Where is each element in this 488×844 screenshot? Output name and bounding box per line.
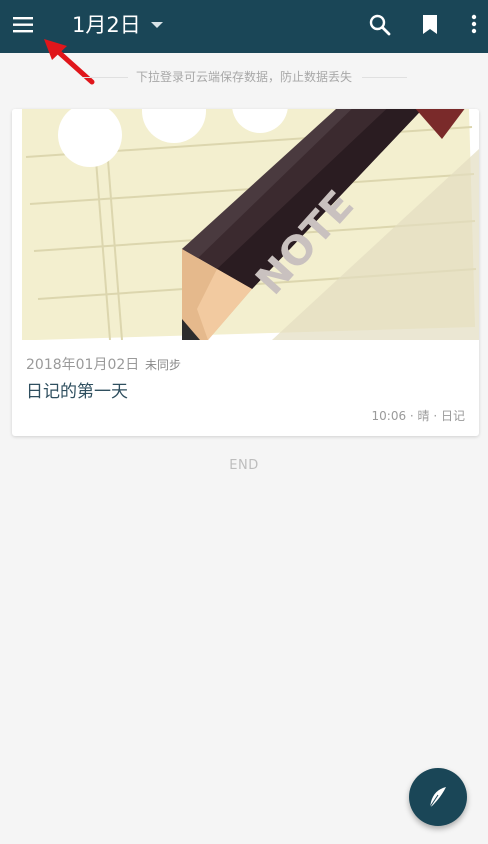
menu-icon — [13, 17, 33, 33]
list-end-label: END — [229, 458, 259, 473]
note-meta: 10:06 · 晴 · 日记 — [371, 409, 465, 423]
sync-hint: 下拉登录可云端保存数据，防止数据丢失 — [0, 68, 488, 85]
new-note-button[interactable] — [409, 768, 467, 826]
note-date: 2018年01月02日 — [26, 357, 140, 373]
bookmark-icon — [423, 15, 437, 34]
note-title: 日记的第一天 — [26, 382, 128, 402]
note-cover-image: NOTE — [12, 109, 479, 340]
sync-hint-text: 下拉登录可云端保存数据，防止数据丢失 — [135, 70, 352, 84]
more-options-button[interactable] — [466, 12, 482, 38]
caret-down-icon — [150, 22, 163, 28]
bookmark-button[interactable] — [420, 12, 440, 38]
search-icon — [369, 14, 391, 36]
hint-divider-left — [83, 77, 128, 78]
hint-divider-right — [362, 77, 407, 78]
quill-icon — [429, 787, 446, 808]
note-card[interactable]: NOTE 2018年01月02日 未同步 日记的第一天 10:06 · 晴 · … — [12, 109, 479, 436]
sync-status: 未同步 — [145, 358, 182, 372]
more-vert-icon — [471, 14, 477, 34]
menu-button[interactable] — [10, 14, 36, 36]
search-button[interactable] — [367, 12, 393, 38]
